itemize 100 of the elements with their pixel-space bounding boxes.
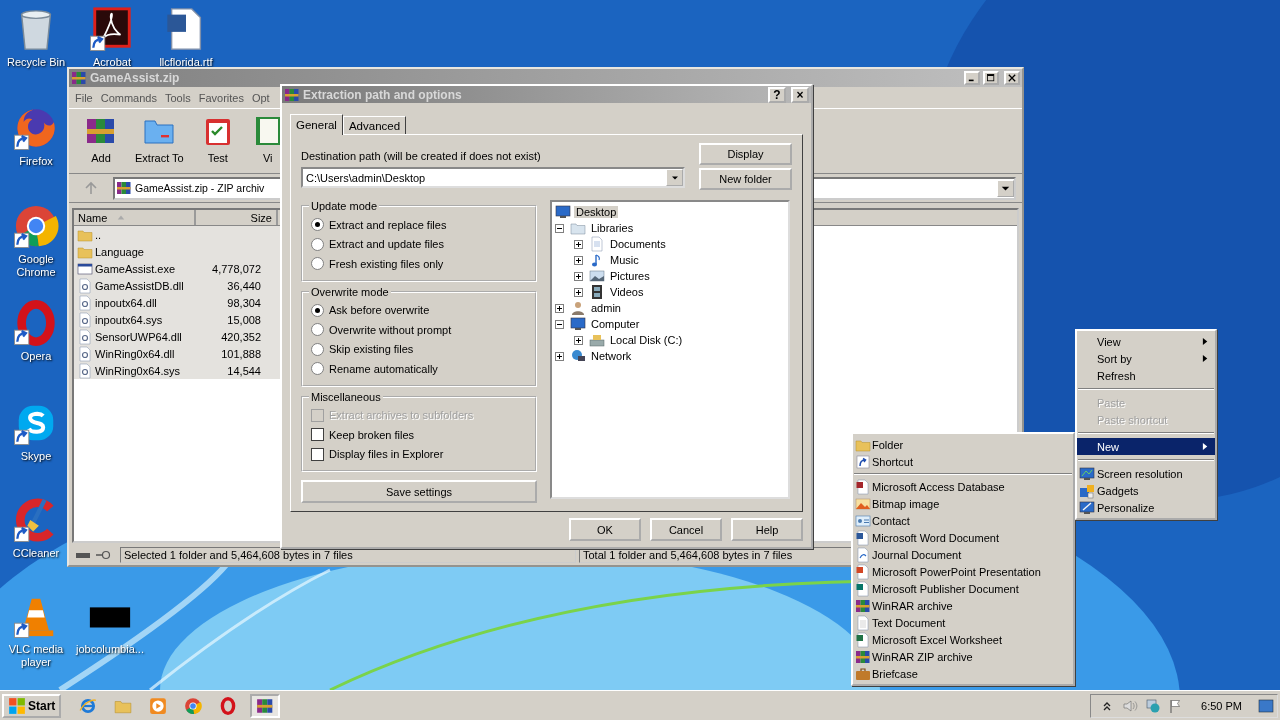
- menu-item[interactable]: Sort by: [1077, 350, 1215, 367]
- menu-item[interactable]: Microsoft Access Database: [853, 478, 1073, 495]
- radio-button[interactable]: [311, 342, 324, 356]
- tab[interactable]: Advanced: [342, 116, 407, 134]
- archive-books-taskbar-button[interactable]: [250, 693, 281, 718]
- file-row[interactable]: WinRing0x64.dll 101,888: [74, 345, 280, 362]
- file-name: inpoutx64.sys: [95, 313, 163, 326]
- menu-item[interactable]: WinRAR archive: [853, 597, 1073, 614]
- tree-item[interactable]: Computer: [589, 318, 642, 330]
- radio-button[interactable]: [311, 237, 324, 251]
- dialog-button[interactable]: New folder: [699, 168, 792, 190]
- file-row[interactable]: WinRing0x64.sys 14,544: [74, 362, 280, 379]
- file-row[interactable]: ..: [74, 226, 280, 243]
- menu-item[interactable]: Favorites: [194, 91, 248, 104]
- menu-item[interactable]: Microsoft Excel Worksheet: [853, 631, 1073, 648]
- expander-icon[interactable]: [574, 287, 583, 297]
- dialog-button[interactable]: Display: [699, 143, 792, 165]
- expander-icon[interactable]: [555, 223, 564, 233]
- menu-item[interactable]: Contact: [853, 512, 1073, 529]
- toolbar-button[interactable]: Test: [193, 113, 242, 169]
- menu-item[interactable]: Commands: [96, 91, 161, 104]
- tree-item[interactable]: Videos: [608, 286, 646, 298]
- menu-item[interactable]: File: [71, 91, 97, 104]
- expander-icon[interactable]: [555, 351, 564, 361]
- file-row[interactable]: GameAssist.exe 4,778,072: [74, 260, 280, 277]
- desktop-icon-label[interactable]: Google Chrome: [1, 253, 71, 279]
- checkbox[interactable]: [311, 447, 324, 461]
- option-label: Rename automatically: [329, 362, 438, 375]
- expander-icon[interactable]: [574, 335, 583, 345]
- expander-icon[interactable]: [574, 239, 583, 249]
- archive-books-icon: [256, 696, 275, 715]
- dialog-button[interactable]: Cancel: [650, 518, 722, 541]
- close-button[interactable]: [1004, 71, 1020, 85]
- save-settings-button[interactable]: Save settings: [301, 480, 537, 503]
- database-document-icon: [855, 478, 871, 495]
- help-button[interactable]: ?: [768, 86, 786, 103]
- checkbox[interactable]: [311, 428, 324, 442]
- menu-item[interactable]: WinRAR ZIP archive: [853, 648, 1073, 665]
- radio-button[interactable]: [311, 218, 324, 232]
- menu-item[interactable]: Microsoft Word Document: [853, 529, 1073, 546]
- tab[interactable]: General: [290, 114, 343, 135]
- tree-item[interactable]: Desktop: [574, 206, 619, 218]
- opera-icon: [219, 696, 238, 715]
- radio-button[interactable]: [311, 257, 324, 271]
- tree-item[interactable]: Music: [608, 254, 641, 266]
- menu-item[interactable]: Microsoft Publisher Document: [853, 580, 1073, 597]
- menu-item[interactable]: Briefcase: [853, 665, 1073, 682]
- maximize-icon: [987, 74, 995, 82]
- maximize-button[interactable]: [983, 71, 999, 85]
- expander-icon[interactable]: [555, 303, 564, 313]
- file-row[interactable]: inpoutx64.dll 98,304: [74, 294, 280, 311]
- expander-icon[interactable]: [574, 271, 583, 281]
- menu-item[interactable]: Microsoft PowerPoint Presentation: [853, 563, 1073, 580]
- menu-item[interactable]: Gadgets: [1077, 482, 1215, 499]
- destination-path-field[interactable]: C:\Users\admin\Desktop: [301, 167, 685, 188]
- tree-item[interactable]: admin: [589, 302, 623, 314]
- tree-item[interactable]: Network: [589, 350, 634, 362]
- toolbar-button[interactable]: Extract To: [127, 113, 192, 169]
- tree-item[interactable]: Libraries: [589, 222, 636, 234]
- desktop-icon-label[interactable]: llcflorida.rtf: [159, 56, 213, 69]
- clock[interactable]: 6:50 PM: [1201, 699, 1242, 712]
- file-row[interactable]: SensorUWP64.dll 420,352: [74, 328, 280, 345]
- show-desktop-icon[interactable]: [1257, 697, 1275, 714]
- menu-item[interactable]: Text Document: [853, 614, 1073, 631]
- tree-item[interactable]: Local Disk (C:): [608, 334, 685, 346]
- menu-item[interactable]: Folder: [853, 436, 1073, 453]
- chrome-icon[interactable]: [13, 203, 59, 249]
- close-button[interactable]: ×: [791, 86, 809, 103]
- file-row[interactable]: Language: [74, 243, 280, 260]
- menu-item[interactable]: Bitmap image: [853, 495, 1073, 512]
- desktop-icon-label[interactable]: Opera: [20, 350, 52, 363]
- desktop-icon-label[interactable]: Firefox: [19, 155, 53, 168]
- desktop-icon-label[interactable]: Recycle Bin: [6, 56, 66, 69]
- menu-item[interactable]: Screen resolution: [1077, 465, 1215, 482]
- start-button[interactable]: Start: [2, 693, 62, 718]
- desktop-icon-label[interactable]: CCleaner: [12, 547, 60, 560]
- spreadsheet-document-icon: [855, 631, 871, 648]
- pictures-icon: [589, 268, 605, 284]
- menu-item[interactable]: Tools: [161, 91, 195, 104]
- menu-item[interactable]: Refresh: [1077, 367, 1215, 384]
- expander-icon[interactable]: [555, 319, 564, 329]
- menu-item[interactable]: Shortcut: [853, 453, 1073, 470]
- dialog-button[interactable]: OK: [569, 518, 641, 541]
- file-row[interactable]: inpoutx64.sys 15,008: [74, 311, 280, 328]
- desktop-icon-label[interactable]: Acrobat: [93, 56, 131, 69]
- desktop-icon-label[interactable]: Skype: [20, 450, 52, 463]
- radio-button[interactable]: [311, 303, 324, 317]
- menu-item[interactable]: Opt: [247, 91, 274, 104]
- file-row[interactable]: GameAssistDB.dll 36,440: [74, 277, 280, 294]
- expander-icon[interactable]: [574, 255, 583, 265]
- menu-item[interactable]: View: [1077, 333, 1215, 350]
- tree-item[interactable]: Documents: [608, 238, 668, 250]
- toolbar-button[interactable]: Add: [77, 113, 125, 169]
- tree-item[interactable]: Pictures: [608, 270, 652, 282]
- menu-item[interactable]: New: [1077, 438, 1215, 455]
- menu-item[interactable]: Personalize: [1077, 499, 1215, 516]
- radio-button[interactable]: [311, 362, 324, 376]
- minimize-button[interactable]: [964, 71, 980, 85]
- radio-button[interactable]: [311, 323, 324, 337]
- dialog-button[interactable]: Help: [731, 518, 803, 541]
